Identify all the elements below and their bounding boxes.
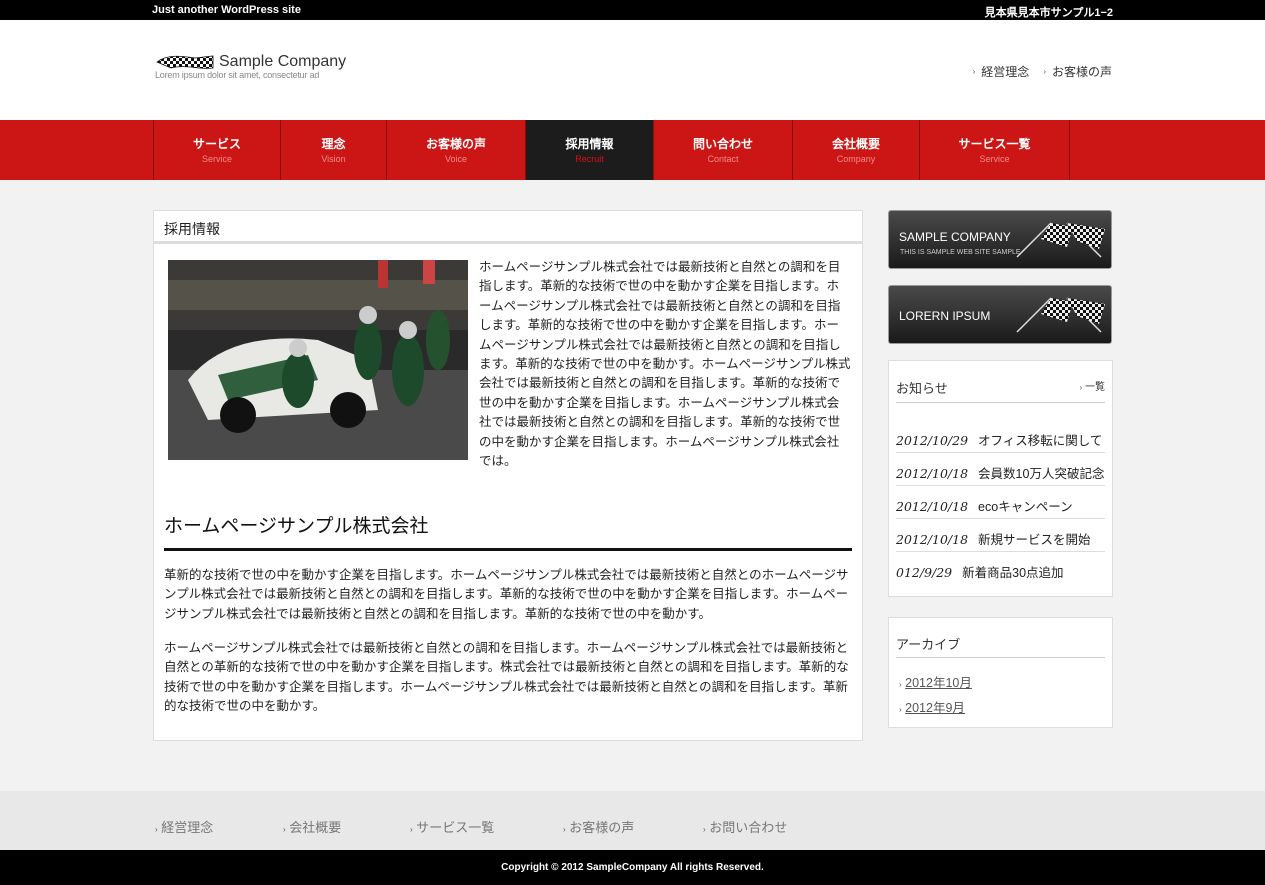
footer-link-voice[interactable]: › お客様の声	[563, 817, 634, 836]
intro-section: ホームページサンプル株式会社では最新技術と自然との調和を目指します。革新的な技術…	[154, 244, 862, 474]
archive-list: › 2012年10月 › 2012年9月	[899, 672, 972, 722]
news-item[interactable]: 2012/10/18 ecoキャンペーン	[896, 486, 1105, 519]
footer-links: › 経営理念 › 会社概要 › サービス一覧 › お客様の声 › お問い合わせ	[0, 791, 1265, 850]
header-links: › 経営理念 › お客様の声	[973, 63, 1112, 80]
logo-name: Sample Company	[219, 53, 347, 70]
header-link-philosophy[interactable]: › 経営理念	[973, 63, 1030, 80]
chevron-right-icon: ›	[899, 705, 902, 714]
news-title: お知らせ	[896, 381, 948, 396]
nav-item-contact[interactable]: 問い合わせ Contact	[654, 120, 793, 180]
banner-subtitle: THIS IS SAMPLE WEB SITE SAMPLE	[900, 249, 1021, 256]
news-item[interactable]: 2012/10/18 新規サービスを開始	[896, 519, 1105, 552]
chevron-right-icon: ›	[1043, 67, 1046, 76]
paragraph-2: ホームページサンプル株式会社では最新技術と自然との調和を目指します。ホームページ…	[164, 641, 849, 714]
header-link-voice[interactable]: › お客様の声	[1043, 63, 1112, 80]
chevron-right-icon: ›	[283, 825, 286, 834]
archive-item[interactable]: › 2012年10月	[899, 672, 972, 697]
archive-box: アーカイブ › 2012年10月 › 2012年9月	[888, 617, 1113, 728]
news-header: お知らせ › 一覧	[896, 378, 1105, 403]
main-content: 採用情報 ホームページサンプル株式会社では最新技術と自然との調和を目指します。革…	[153, 210, 863, 741]
chevron-right-icon: ›	[563, 825, 566, 834]
lorem-ipsum-banner[interactable]: LORERN IPSUM	[888, 285, 1112, 344]
page-title: 採用情報	[154, 211, 862, 244]
address-text: 見本県見本市サンプル1−2	[984, 7, 1113, 19]
nav-item-service[interactable]: サービス Service	[154, 120, 281, 180]
top-bar: Just another WordPress site 見本県見本市サンプル1−…	[0, 0, 1265, 20]
nav-item-voice[interactable]: お客様の声 Voice	[387, 120, 526, 180]
intro-text: ホームページサンプル株式会社では最新技術と自然との調和を目指します。革新的な技術…	[479, 260, 851, 469]
footer-link-philosophy[interactable]: › 経営理念	[155, 817, 213, 836]
header: Sample Company Lorem ipsum dolor sit ame…	[0, 20, 1265, 120]
chevron-right-icon: ›	[155, 825, 158, 834]
news-item[interactable]: 012/9/29 新着商品30点追加	[896, 552, 1105, 585]
nav-item-service-list[interactable]: サービス一覧 Service	[920, 120, 1070, 180]
chevron-right-icon: ›	[972, 67, 976, 76]
news-box: お知らせ › 一覧 2012/10/29 オフィス移転に関して 2012/10/1…	[888, 360, 1113, 597]
banner-title: LORERN IPSUM	[899, 309, 991, 323]
chevron-right-icon: ›	[703, 825, 706, 834]
chevron-right-icon: ›	[899, 680, 902, 689]
main-nav: サービス Service 理念 Vision お客様の声 Voice 採用情報 Recr…	[0, 120, 1265, 180]
checkered-flags-icon	[1016, 222, 1105, 258]
footer-link-company[interactable]: › 会社概要	[283, 817, 341, 836]
nav-item-recruit[interactable]: 採用情報 Recruit	[526, 120, 654, 180]
section-heading: ホームページサンプル株式会社	[164, 511, 852, 551]
checkered-flags-icon	[1016, 297, 1105, 333]
checkered-flag-icon	[156, 55, 214, 69]
footer-link-contact[interactable]: › お問い合わせ	[703, 817, 787, 836]
nav-item-company[interactable]: 会社概要 Company	[793, 120, 920, 180]
footer-link-service-list[interactable]: › サービス一覧	[410, 817, 494, 836]
news-item[interactable]: 2012/10/29 オフィス移転に関して	[896, 420, 1105, 453]
chevron-right-icon: ›	[410, 825, 413, 834]
archive-title: アーカイブ	[896, 634, 1105, 658]
nav-list: サービス Service 理念 Vision お客様の声 Voice 採用情報 Recr…	[153, 120, 1070, 180]
news-more-link[interactable]: › 一覧	[1080, 378, 1105, 393]
pit-stop-photo	[168, 260, 468, 460]
banner-title: SAMPLE COMPANY	[899, 230, 1011, 244]
copyright: Copyright © 2012 SampleCompany All right…	[0, 850, 1265, 885]
logo-subtitle: Lorem ipsum dolor sit amet, consectetur …	[155, 70, 320, 80]
sample-company-banner[interactable]: SAMPLE COMPANY THIS IS SAMPLE WEB SITE S…	[888, 210, 1112, 269]
nav-item-vision[interactable]: 理念 Vision	[281, 120, 387, 180]
news-list: 2012/10/29 オフィス移転に関して 2012/10/18 会員数10万人突破…	[896, 420, 1105, 585]
logo[interactable]: Sample Company Lorem ipsum dolor sit ame…	[155, 52, 355, 82]
site-tagline: Just another WordPress site	[152, 4, 301, 16]
paragraph-1: 革新的な技術で世の中を動かす企業を目指します。ホームページサンプル株式会社では最…	[164, 568, 849, 621]
archive-item[interactable]: › 2012年9月	[899, 697, 972, 722]
news-item[interactable]: 2012/10/18 会員数10万人突破記念	[896, 453, 1105, 486]
chevron-right-icon: ›	[1079, 383, 1083, 392]
